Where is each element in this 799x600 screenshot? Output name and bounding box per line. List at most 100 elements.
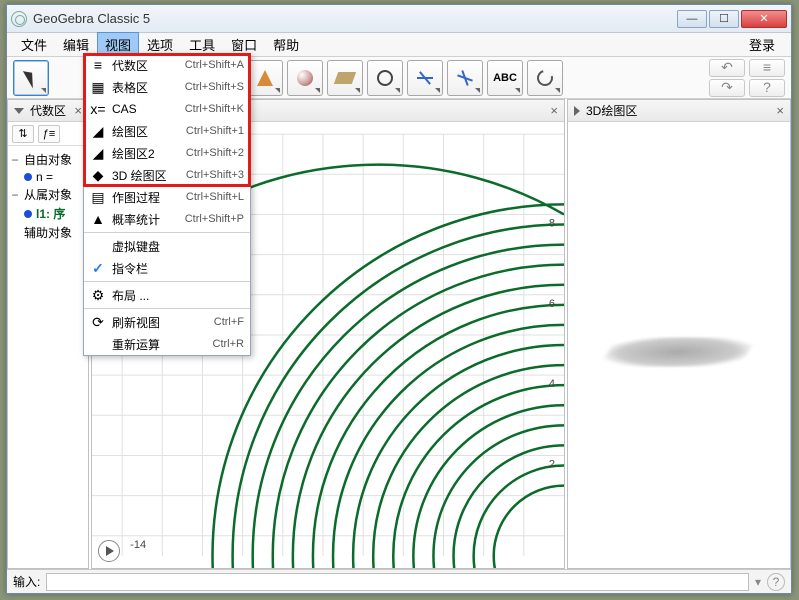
menu-item-label: 表格区 — [112, 79, 179, 96]
menu-item-3D 绘图区[interactable]: ◆3D 绘图区Ctrl+Shift+3 — [84, 164, 250, 186]
algebra-close[interactable]: × — [74, 103, 82, 118]
construction-icon: ▤ — [90, 189, 106, 205]
expr-button[interactable]: ƒ≡ — [38, 125, 60, 143]
tool-text[interactable]: ABC — [487, 60, 523, 96]
graphics2-icon: ◢ — [90, 145, 106, 161]
menu-item-label: 重新运算 — [112, 336, 207, 353]
tool-sphere[interactable] — [287, 60, 323, 96]
color-dot-icon — [24, 173, 32, 181]
play-button[interactable] — [98, 540, 120, 562]
menu-item-label: 代数区 — [112, 57, 179, 74]
menu-item-label: 绘图区2 — [112, 145, 180, 162]
undo-redo-group: ↶ ↷ ≡ ? — [709, 59, 785, 97]
menu-item-shortcut: Ctrl+Shift+L — [186, 191, 244, 203]
tool-circle[interactable] — [367, 60, 403, 96]
tool-plane[interactable] — [327, 60, 363, 96]
close-button[interactable]: ✕ — [741, 10, 787, 28]
graphics-close[interactable]: × — [550, 103, 558, 118]
tool-cone[interactable] — [247, 60, 283, 96]
login-link[interactable]: 登录 — [739, 32, 785, 57]
expand-icon — [574, 106, 580, 116]
menu-item-shortcut: Ctrl+Shift+A — [185, 59, 244, 71]
sphere-icon — [297, 70, 313, 86]
expand-toggle: − — [10, 153, 20, 167]
app-logo-icon — [11, 11, 27, 27]
menu-item-shortcut: Ctrl+Shift+1 — [186, 125, 244, 137]
expand-toggle: − — [10, 188, 20, 202]
check-icon: ✓ — [90, 260, 106, 276]
window-title: GeoGebra Classic 5 — [33, 11, 675, 26]
menu-item-label: 布局 ... — [112, 287, 238, 304]
algebra-header[interactable]: 代数区 × — [8, 100, 88, 122]
menu-item-shortcut: Ctrl+Shift+3 — [186, 169, 244, 181]
menu-item-布局 ...[interactable]: ⚙布局 ... — [84, 284, 250, 306]
menu-item-label: 绘图区 — [112, 123, 180, 140]
keyboard-icon — [90, 238, 106, 254]
tree-label: 自由对象 — [24, 151, 72, 168]
sort-button[interactable]: ⇅ — [12, 125, 34, 143]
tree-item[interactable]: l1: 序 — [10, 204, 86, 223]
xy-plane-icon — [599, 337, 756, 367]
menu-file[interactable]: 文件 — [13, 32, 55, 57]
color-dot-icon — [24, 210, 32, 218]
menu-item-虚拟键盘[interactable]: 虚拟键盘 — [84, 235, 250, 257]
tree-label: l1: 序 — [36, 205, 65, 222]
menu-item-代数区[interactable]: ≡代数区Ctrl+Shift+A — [84, 54, 250, 76]
menu-item-label: 3D 绘图区 — [112, 167, 180, 184]
tree-item[interactable]: −自由对象 — [10, 150, 86, 169]
menu-item-作图过程[interactable]: ▤ 作图过程 Ctrl+Shift+L — [84, 186, 250, 208]
tool-intersect[interactable] — [407, 60, 443, 96]
menu-help[interactable]: 帮助 — [265, 32, 307, 57]
algebra-title: 代数区 — [30, 102, 66, 119]
settings-button[interactable]: ≡ — [749, 59, 785, 77]
menu-item-shortcut: Ctrl+F — [214, 316, 244, 328]
angle-icon — [455, 67, 476, 88]
tree-label: n = — [36, 170, 53, 184]
menu-item-绘图区2[interactable]: ◢ 绘图区2 Ctrl+Shift+2 — [84, 142, 250, 164]
menu-item-shortcut: Ctrl+Shift+2 — [186, 147, 244, 159]
minimize-button[interactable]: — — [677, 10, 707, 28]
tool-rotate-view[interactable] — [527, 60, 563, 96]
menu-item-概率统计[interactable]: ▲概率统计Ctrl+Shift+P — [84, 208, 250, 230]
tool-move[interactable] — [13, 60, 49, 96]
menu-item-重新运算[interactable]: 重新运算 Ctrl+R — [84, 333, 250, 355]
input-help-button[interactable]: ? — [767, 573, 785, 591]
menu-item-shortcut: Ctrl+Shift+S — [185, 81, 244, 93]
tree-item[interactable]: −从属对象 — [10, 185, 86, 204]
menu-item-指令栏[interactable]: ✓ 指令栏 — [84, 257, 250, 279]
cursor-icon — [23, 67, 39, 88]
menu-item-CAS[interactable]: x=CASCtrl+Shift+K — [84, 98, 250, 120]
refresh-icon: ⟳ — [90, 314, 106, 330]
menu-item-label: 指令栏 — [112, 260, 238, 277]
rotate-icon — [534, 67, 556, 89]
menu-item-shortcut: Ctrl+Shift+P — [185, 213, 244, 225]
view3d-close[interactable]: × — [776, 103, 784, 118]
view3d-header[interactable]: 3D绘图区 × — [568, 100, 790, 122]
view-menu-dropdown: ≡代数区Ctrl+Shift+A▦表格区Ctrl+Shift+Sx=CASCtr… — [83, 53, 251, 356]
tool-angle[interactable] — [447, 60, 483, 96]
tree-item[interactable]: n = — [10, 169, 86, 185]
menu-item-表格区[interactable]: ▦表格区Ctrl+Shift+S — [84, 76, 250, 98]
y-tick-8: 8 — [549, 217, 555, 229]
maximize-button[interactable]: ☐ — [709, 10, 739, 28]
tree-item[interactable]: 辅助对象 — [10, 223, 86, 242]
view3d-canvas[interactable] — [568, 122, 790, 568]
text-icon: ABC — [493, 72, 517, 84]
plane-icon — [334, 72, 356, 84]
redo-button[interactable]: ↷ — [709, 79, 745, 97]
cone-icon — [257, 70, 273, 86]
menu-item-刷新视图[interactable]: ⟳刷新视图Ctrl+F — [84, 311, 250, 333]
menu-item-shortcut: Ctrl+Shift+K — [185, 103, 244, 115]
command-input[interactable] — [46, 573, 749, 591]
menu-item-label: CAS — [112, 102, 179, 116]
menu-item-shortcut: Ctrl+R — [213, 338, 244, 350]
menu-item-label: 作图过程 — [112, 189, 180, 206]
input-dropdown-icon[interactable]: ▾ — [755, 575, 761, 589]
recalc-icon — [90, 336, 106, 352]
undo-button[interactable]: ↶ — [709, 59, 745, 77]
menu-item-绘图区[interactable]: ◢绘图区Ctrl+Shift+1 — [84, 120, 250, 142]
algebra-tree: −自由对象n = −从属对象l1: 序辅助对象 — [8, 146, 88, 246]
tree-label: 从属对象 — [24, 186, 72, 203]
help-button[interactable]: ? — [749, 79, 785, 97]
circle-icon — [377, 70, 393, 86]
